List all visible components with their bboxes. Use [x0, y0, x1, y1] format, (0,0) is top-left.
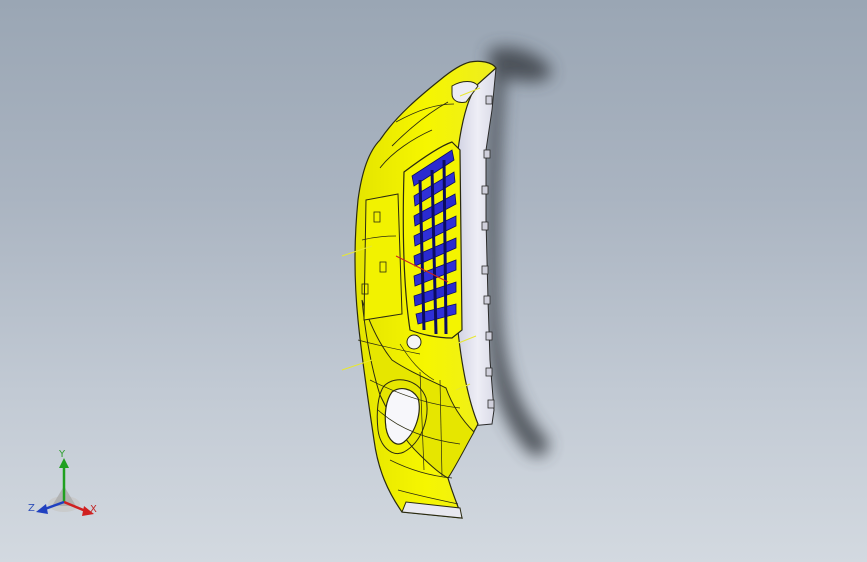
graphics-viewport[interactable]: Y Z X [0, 0, 867, 562]
model-shadow [485, 47, 552, 457]
bumper-model[interactable] [354, 60, 497, 519]
tow-hook-cap [406, 334, 422, 350]
axis-x-label: X [90, 504, 97, 515]
coordinate-triad-icon [36, 458, 94, 516]
view-orientation-triad[interactable]: Y Z X [24, 448, 104, 528]
axis-z-label: Z [28, 503, 35, 514]
model-canvas[interactable] [0, 0, 867, 562]
license-plate-recess [363, 193, 403, 321]
axis-y-label: Y [59, 449, 66, 460]
